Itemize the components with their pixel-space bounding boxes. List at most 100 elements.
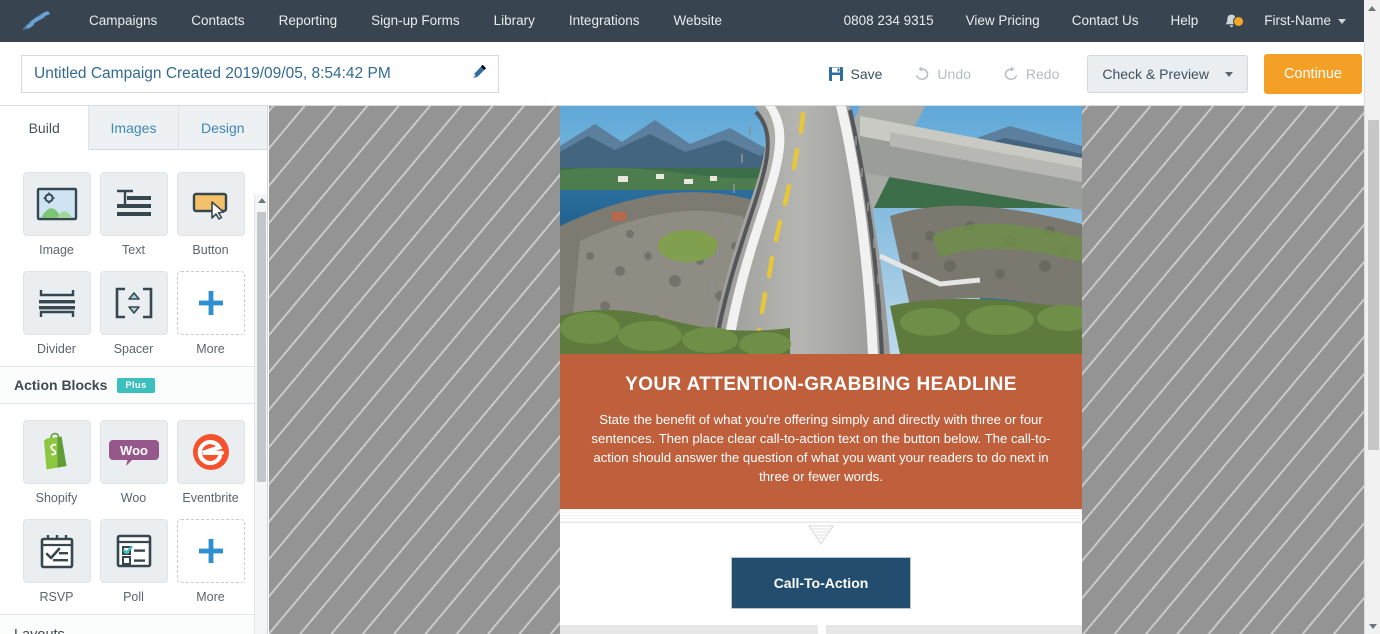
build-block-image: Image (18, 172, 95, 267)
save-button[interactable]: Save (812, 66, 899, 82)
nav-item-website[interactable]: Website (656, 0, 739, 42)
sidebar-scrollbar[interactable] (254, 194, 267, 634)
build-block-divider: Divider (18, 271, 95, 366)
image-icon (36, 187, 77, 221)
nav-item-contact-us[interactable]: Contact Us (1056, 0, 1155, 42)
rsvp-block-label: RSVP (39, 590, 74, 604)
layouts-title: Layouts (14, 627, 65, 634)
text-block-tile[interactable] (99, 172, 168, 236)
sidebar-tabs: Build Images Design (0, 106, 267, 150)
build-blocks-grid: Image Text Button Divider Spacer More (0, 150, 267, 366)
email-canvas[interactable]: YOUR ATTENTION-GRABBING HEADLINE State t… (269, 106, 1364, 634)
nav-item-contacts[interactable]: Contacts (174, 0, 261, 42)
call-to-action-button[interactable]: Call-To-Action (730, 556, 912, 609)
undo-button[interactable]: Undo (898, 66, 986, 82)
more-build-blocks-label: More (196, 342, 225, 356)
notifications-button[interactable] (1214, 0, 1248, 42)
triangle-down-icon (1369, 623, 1377, 629)
continue-button[interactable]: Continue (1263, 54, 1362, 94)
tab-design[interactable]: Design (178, 106, 267, 150)
redo-icon (1004, 66, 1017, 80)
poll-block-tile[interactable] (99, 519, 168, 583)
redo-button[interactable]: Redo (987, 66, 1075, 82)
action-block-more: More (172, 519, 249, 614)
action-blocks-grid: Shopify Woo Woo Eventbrite RSVP Poll Mor… (0, 404, 267, 614)
eventbrite-block-label: Eventbrite (182, 491, 239, 505)
window-scroll-down-arrow[interactable] (1365, 618, 1380, 634)
footer-right-column[interactable]: Store Hours: Your hours here (826, 624, 1082, 634)
window-scrollbar-thumb[interactable] (1368, 120, 1379, 450)
action-block-woo: Woo Woo (95, 420, 172, 515)
notification-badge (1233, 16, 1245, 27)
button-block-tile[interactable] (176, 172, 245, 236)
nav-item-view-pricing[interactable]: View Pricing (950, 0, 1056, 42)
headline-text-block[interactable]: YOUR ATTENTION-GRABBING HEADLINE State t… (560, 354, 1082, 509)
poll-icon (116, 534, 151, 568)
support-phone-number: 0808 234 9315 (843, 13, 934, 28)
rsvp-block-tile[interactable] (22, 519, 91, 583)
text-block-label: Text (122, 243, 145, 257)
action-blocks-section-header: Action Blocks Plus (0, 366, 267, 404)
nav-item-reporting[interactable]: Reporting (262, 0, 355, 42)
action-blocks-title: Action Blocks (14, 377, 108, 393)
constant-contact-logo[interactable] (0, 0, 72, 42)
undo-label: Undo (937, 66, 971, 82)
more-action-blocks-label: More (196, 590, 225, 604)
divider-block-label: Divider (37, 342, 76, 356)
nav-item-signup-forms[interactable]: Sign-up Forms (354, 0, 477, 42)
image-block-tile[interactable] (22, 172, 91, 236)
sidebar-body: Image Text Button Divider Spacer More Ac… (0, 150, 267, 634)
nav-item-integrations[interactable]: Integrations (552, 0, 657, 42)
build-block-text: Text (95, 172, 172, 267)
nav-item-help[interactable]: Help (1154, 0, 1214, 42)
tab-build[interactable]: Build (0, 106, 90, 150)
nav-item-library[interactable]: Library (477, 0, 552, 42)
woo-block-label: Woo (120, 491, 147, 505)
window-scroll-up-arrow[interactable] (1364, 0, 1380, 42)
cta-block: Call-To-Action (560, 545, 1082, 625)
check-and-preview-label: Check & Preview (1102, 66, 1209, 82)
eventbrite-block-tile[interactable] (176, 420, 245, 484)
hero-image-block[interactable] (560, 106, 1082, 354)
campaign-title-field[interactable]: Untitled Campaign Created 2019/09/05, 8:… (21, 55, 499, 93)
block-separator (560, 508, 1082, 523)
more-build-blocks-tile[interactable] (176, 271, 245, 335)
action-block-eventbrite: Eventbrite (172, 420, 249, 515)
spacer-icon (115, 287, 152, 319)
spacer-block-tile[interactable] (99, 271, 168, 335)
divider-block-tile[interactable] (22, 271, 91, 335)
window-scrollbar[interactable] (1364, 42, 1380, 634)
check-and-preview-button[interactable]: Check & Preview (1087, 55, 1248, 93)
spacer-block-label: Spacer (113, 342, 154, 356)
more-action-blocks-tile[interactable] (176, 519, 245, 583)
nav-item-campaigns[interactable]: Campaigns (72, 0, 174, 42)
action-block-shopify: Shopify (18, 420, 95, 515)
footer-left-column[interactable]: YOUR ORGANIZATION NAME Street address (560, 624, 818, 634)
layouts-section-header[interactable]: Layouts (0, 614, 267, 634)
tab-images[interactable]: Images (89, 106, 179, 150)
subcopy-text: State the benefit of what you're offerin… (591, 412, 1051, 485)
sidebar-scroll-up-arrow[interactable] (255, 194, 267, 207)
action-block-poll: Poll (95, 519, 172, 614)
headline-text: YOUR ATTENTION-GRABBING HEADLINE (625, 374, 1017, 395)
woo-block-tile[interactable]: Woo (99, 420, 168, 484)
funnel-arrow-icon (808, 525, 834, 545)
plus-plan-badge: Plus (117, 377, 155, 393)
sidebar-scrollbar-thumb[interactable] (257, 212, 266, 482)
eventbrite-icon (192, 434, 229, 470)
email-footer-columns: YOUR ORGANIZATION NAME Street address St… (560, 624, 1082, 634)
top-navigation-bar: Campaigns Contacts Reporting Sign-up For… (0, 0, 1380, 42)
edit-pencil-icon[interactable] (471, 63, 488, 85)
shopify-block-label: Shopify (35, 491, 78, 505)
redo-label: Redo (1025, 66, 1060, 82)
plus-icon (198, 539, 223, 563)
text-icon (116, 189, 151, 216)
shopify-icon (43, 432, 66, 470)
account-menu[interactable]: First-Name (1248, 0, 1362, 42)
build-block-spacer: Spacer (95, 271, 172, 366)
secondary-nav-links: 0808 234 9315 View Pricing Contact Us He… (828, 0, 1362, 42)
triangle-up-icon (257, 198, 266, 203)
shopify-block-tile[interactable] (22, 420, 91, 484)
email-document: YOUR ATTENTION-GRABBING HEADLINE State t… (560, 106, 1082, 634)
hero-photo (560, 106, 1082, 354)
